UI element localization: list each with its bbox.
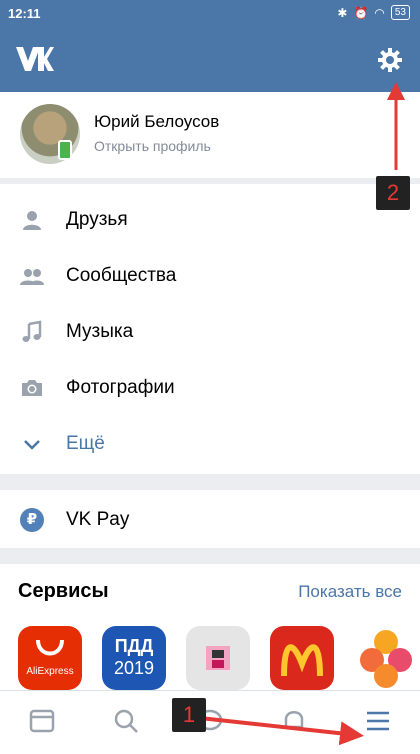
menu-item-label: Сообщества (66, 265, 177, 286)
menu-item-friends[interactable]: Друзья (0, 192, 420, 248)
vk-logo[interactable] (14, 45, 54, 73)
app-header (0, 28, 420, 92)
profile-name[interactable]: Юрий Белоусов (94, 112, 219, 132)
news-icon[interactable] (28, 707, 56, 735)
bottom-tab-bar (0, 690, 420, 754)
menu-item-photos[interactable]: Фотографии (0, 360, 420, 416)
flower-logo (360, 630, 412, 688)
app-label: AliExpress (26, 666, 74, 677)
app-flower[interactable] (354, 626, 418, 690)
menu-item-communities[interactable]: Сообщества (0, 248, 420, 304)
app-pdd-2019[interactable]: ПДД 2019 (102, 626, 166, 690)
status-time: 12:11 (8, 6, 41, 21)
wifi-icon: ◠ (374, 5, 385, 20)
alarm-icon: ⏰ (353, 5, 369, 20)
status-icons: ✱ ⏰ ◠ 53 (337, 5, 410, 20)
menu-item-label: Ещё (66, 433, 105, 454)
menu-item-label: Фотографии (66, 377, 175, 398)
profile-card[interactable]: Юрий Белоусов Открыть профиль (0, 92, 420, 178)
annotation-marker-2: 2 (376, 176, 410, 210)
mcdonalds-logo (281, 644, 323, 677)
services-apps: AliExpress ПДД 2019 (18, 626, 420, 690)
services-section: Сервисы Показать все AliExpress ПДД 2019 (0, 564, 420, 690)
bluetooth-icon: ✱ (337, 5, 348, 20)
game-character-icon (206, 646, 230, 670)
app-mcdonalds[interactable] (270, 626, 334, 690)
open-profile-link[interactable]: Открыть профиль (94, 138, 211, 154)
menu-item-label: Друзья (66, 209, 128, 230)
online-mobile-indicator (58, 140, 72, 160)
menu-item-label: Музыка (66, 321, 134, 342)
menu-item-music[interactable]: Музыка (0, 304, 420, 360)
battery-indicator: 53 (390, 5, 410, 20)
notifications-icon[interactable] (280, 707, 308, 735)
aliexpress-logo (36, 639, 64, 656)
main-menu: Друзья Сообщества Музыка Фотографии Ещё (0, 184, 420, 474)
status-bar: 12:11 ✱ ⏰ ◠ 53 (0, 0, 420, 28)
app-aliexpress[interactable]: AliExpress (18, 626, 82, 690)
services-title: Сервисы (18, 580, 109, 602)
chevron-down-icon (24, 440, 40, 450)
menu-icon[interactable] (364, 707, 392, 735)
show-all-link[interactable]: Показать все (298, 582, 402, 602)
search-icon[interactable] (112, 707, 140, 735)
menu-item-more[interactable]: Ещё (0, 416, 420, 472)
ruble-icon: ₽ (20, 508, 44, 532)
vk-pay-item[interactable]: ₽ VK Pay (0, 490, 420, 548)
settings-button[interactable] (372, 42, 408, 78)
person-icon (23, 211, 41, 230)
gear-icon (378, 48, 402, 72)
app-game[interactable] (186, 626, 250, 690)
music-icon (22, 320, 42, 342)
camera-icon (22, 380, 42, 396)
app-label-year: 2019 (113, 658, 155, 678)
people-icon (20, 269, 44, 285)
vk-pay-label: VK Pay (66, 509, 130, 530)
app-label: ПДД (114, 636, 154, 656)
annotation-marker-1: 1 (172, 698, 206, 732)
